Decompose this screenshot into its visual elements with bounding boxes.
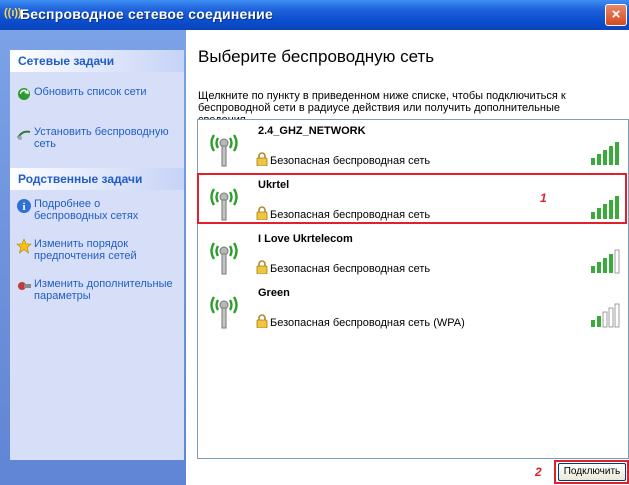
learn-wireless-label: Подробнее о беспроводных сетях [34,198,139,222]
network-item[interactable]: Green Безопасная беспроводная сеть (WPA) [198,282,628,336]
wizard-icon [17,130,31,140]
connect-button[interactable]: Подключить [558,463,626,481]
network-list[interactable]: 2.4_GHZ_NETWORK Безопасная беспроводная … [197,119,629,459]
network-tasks-panel: Сетевые задачи Обновить список сети Уста… [10,50,184,176]
close-button[interactable]: × [605,4,627,26]
signal-strength-icon [591,249,620,274]
window-title: Беспроводное сетевое соединение [20,6,273,22]
network-tasks-header: Сетевые задачи [10,50,184,72]
network-security: Безопасная беспроводная сеть [270,263,431,275]
network-name: Green [258,287,290,299]
settings-icon [18,282,31,290]
related-tasks-panel: Родственные задачи i Подробнее о беспров… [10,168,184,460]
network-item[interactable]: I Love Ukrtelecom Безопасная беспроводна… [198,228,628,282]
change-advanced-settings-label: Изменить дополнительные параметры [34,278,173,302]
lock-icon [256,260,268,274]
signal-strength-icon [591,142,619,165]
network-security: Безопасная беспроводная сеть [270,155,431,167]
network-item[interactable]: 2.4_GHZ_NETWORK Безопасная беспроводная … [198,120,628,174]
info-icon: i [17,199,31,213]
lock-icon [256,152,268,166]
sidebar: Сетевые задачи Обновить список сети Уста… [0,30,186,485]
title-bar[interactable]: ((ı)) Беспроводное сетевое соединение × [0,0,629,30]
signal-strength-icon [591,303,620,328]
wireless-antenna-icon [210,134,238,167]
network-security: Безопасная беспроводная сеть (WPA) [270,317,465,329]
wireless-connection-window: ((ı)) Беспроводное сетевое соединение × … [0,0,629,485]
refresh-icon [18,88,30,100]
annotation-marker-2: 2 [535,465,542,479]
network-name: 2.4_GHZ_NETWORK [258,125,366,137]
star-icon [16,238,32,254]
wireless-antenna-icon [210,242,238,275]
network-name: I Love Ukrtelecom [258,233,353,245]
annotation-marker-1: 1 [540,191,547,205]
wireless-antenna-icon [210,296,238,329]
refresh-network-list-label: Обновить список сети [34,86,147,98]
page-title: Выберите беспроводную сеть [198,47,435,66]
svg-text:i: i [22,201,25,213]
setup-wireless-network-label: Установить беспроводную сеть [34,126,169,150]
related-tasks-header: Родственные задачи [10,168,184,190]
change-preferred-order-label: Изменить порядок предпочтения сетей [34,238,137,262]
highlight-box-network [197,173,627,224]
lock-icon [256,314,268,328]
